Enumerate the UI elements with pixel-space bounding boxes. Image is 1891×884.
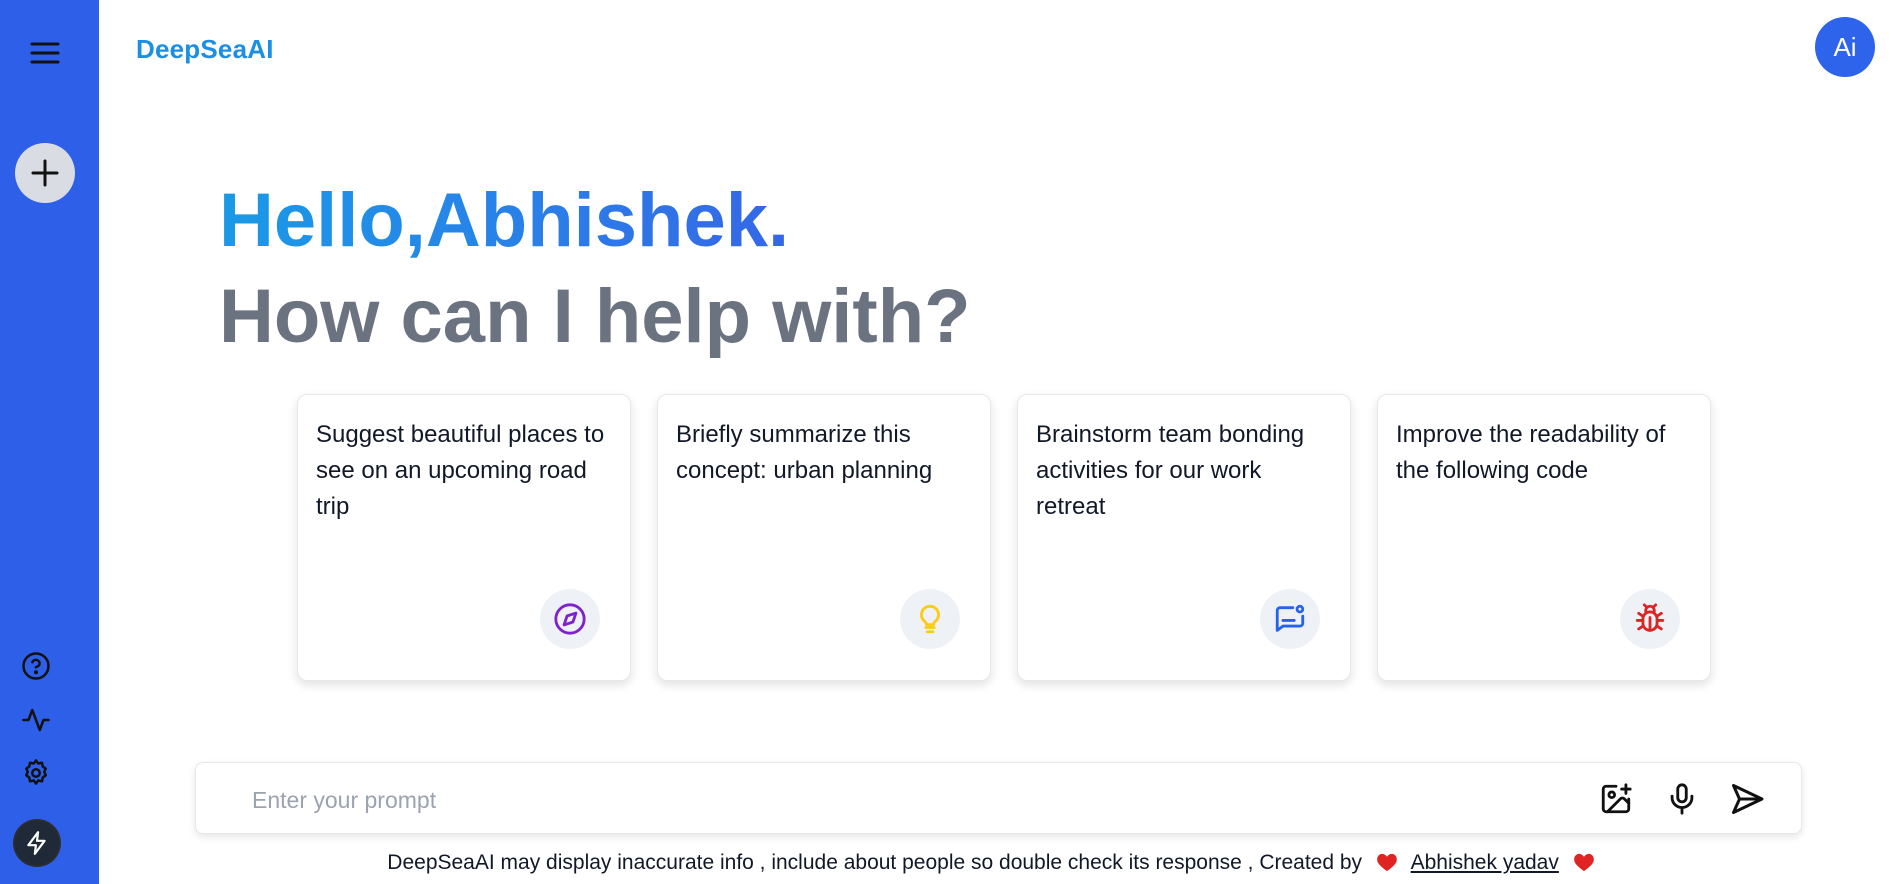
card-text: Suggest beautiful places to see on an up… <box>316 421 605 520</box>
card-text: Brainstorm team bonding activities for o… <box>1036 421 1305 520</box>
send-button[interactable] <box>1727 779 1767 819</box>
brand-logo: DeepSeaAI <box>136 34 274 64</box>
suggestion-card-code-readability[interactable]: Improve the readability of the following… <box>1377 394 1711 681</box>
sidebar <box>0 0 99 884</box>
greeting-subtitle: How can I help with? <box>219 274 971 359</box>
microphone-button[interactable] <box>1662 779 1702 819</box>
suggestion-card-urban-planning[interactable]: Briefly summarize this concept: urban pl… <box>657 394 991 681</box>
hamburger-menu-icon <box>30 42 60 64</box>
plus-icon <box>31 159 59 187</box>
avatar[interactable]: Ai <box>1815 17 1875 77</box>
message-icon <box>1275 604 1305 632</box>
greeting-title: Hello,Abhishek. <box>219 176 789 266</box>
new-chat-button[interactable] <box>15 143 75 203</box>
card-text: Briefly summarize this concept: urban pl… <box>676 421 933 484</box>
card-icon-wrap <box>900 589 960 649</box>
help-icon <box>22 652 50 680</box>
footer-disclaimer: DeepSeaAI may display inaccurate info , … <box>0 851 1891 875</box>
gear-icon <box>25 759 47 785</box>
bug-icon <box>1635 603 1665 632</box>
suggestion-card-road-trip[interactable]: Suggest beautiful places to see on an up… <box>297 394 631 681</box>
card-icon-wrap <box>1260 589 1320 649</box>
microphone-icon <box>1670 783 1694 815</box>
menu-button[interactable] <box>24 34 66 72</box>
upload-image-button[interactable] <box>1596 779 1636 819</box>
lightbulb-icon <box>920 604 940 634</box>
author-link[interactable]: Abhishek yadav <box>1411 851 1559 874</box>
activity-button[interactable] <box>18 702 54 738</box>
activity-icon <box>22 708 50 732</box>
compass-icon <box>554 603 586 635</box>
suggestion-card-team-bonding[interactable]: Brainstorm team bonding activities for o… <box>1017 394 1351 681</box>
prompt-bar <box>195 762 1802 834</box>
settings-button[interactable] <box>18 755 54 791</box>
disclaimer-text: DeepSeaAI may display inaccurate info , … <box>387 851 1363 874</box>
heart-icon <box>1377 853 1397 872</box>
heart-icon <box>1573 853 1594 872</box>
image-add-icon <box>1601 783 1632 814</box>
card-icon-wrap <box>1620 589 1680 649</box>
send-icon <box>1732 784 1764 814</box>
card-icon-wrap <box>540 589 600 649</box>
help-button[interactable] <box>18 648 54 684</box>
card-text: Improve the readability of the following… <box>1396 421 1666 484</box>
prompt-input[interactable] <box>250 775 1554 825</box>
